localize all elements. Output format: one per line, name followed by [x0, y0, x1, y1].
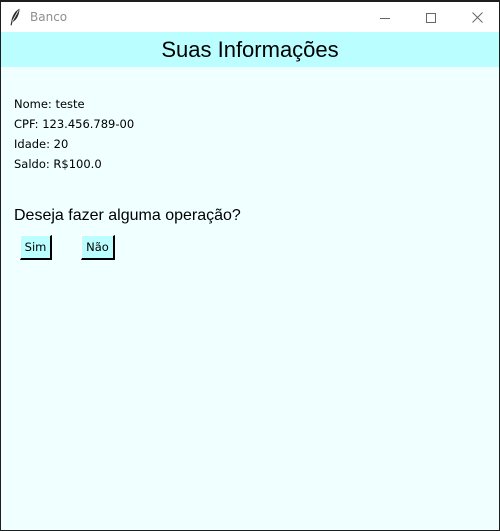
- title-bar[interactable]: Banco: [1, 2, 499, 32]
- no-button[interactable]: Não: [81, 235, 115, 260]
- operation-question: Deseja fazer alguma operação?: [14, 207, 241, 224]
- app-window: Banco Suas Informações Nome: teste CPF: …: [0, 0, 500, 531]
- minimize-button[interactable]: [362, 2, 408, 32]
- balance-label: Saldo: R$100.0: [14, 157, 102, 171]
- close-icon: [471, 8, 483, 27]
- yes-button[interactable]: Sim: [20, 235, 52, 260]
- close-button[interactable]: [454, 2, 499, 32]
- name-label: Nome: teste: [14, 97, 85, 111]
- cpf-label: CPF: 123.456.789-00: [14, 117, 135, 131]
- maximize-button[interactable]: [408, 2, 454, 32]
- page-title: Suas Informações: [161, 37, 339, 62]
- feather-icon: [9, 8, 21, 26]
- window-title: Banco: [30, 10, 68, 24]
- header-banner: Suas Informações: [1, 32, 499, 67]
- minimize-icon: [380, 8, 390, 27]
- age-label: Idade: 20: [14, 137, 69, 151]
- maximize-icon: [426, 8, 436, 27]
